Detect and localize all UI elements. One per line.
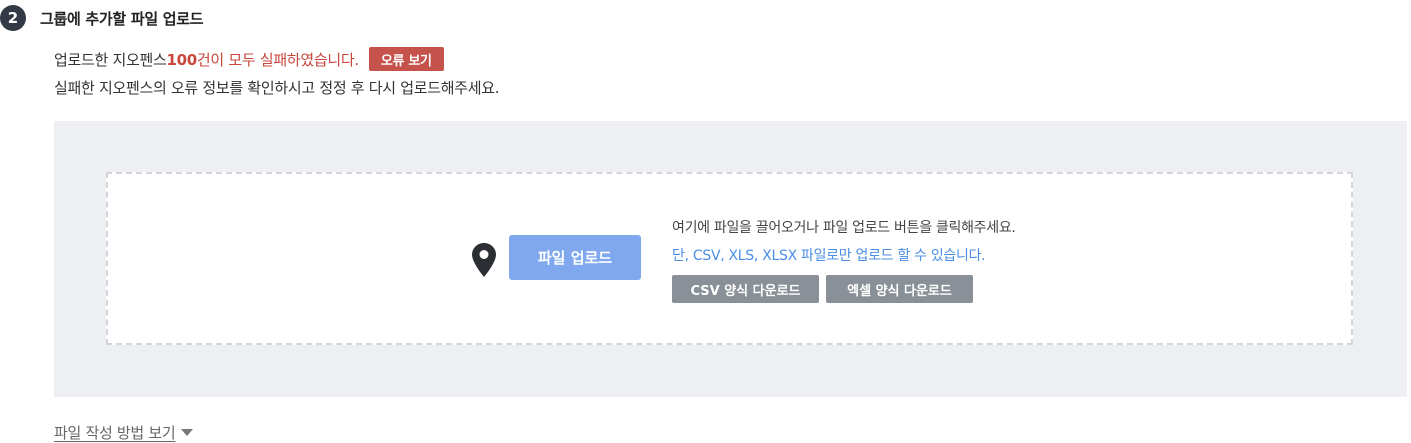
result-prefix-text: 업로드한 지오펜스 [54,50,167,69]
file-guide-label[interactable]: 파일 작성 방법 보기 [54,422,176,443]
step-header: 2 그룹에 추가할 파일 업로드 [0,5,204,31]
file-upload-button[interactable]: 파일 업로드 [509,235,641,280]
csv-template-download-button[interactable]: CSV 양식 다운로드 [672,275,819,303]
drop-guide-text: 여기에 파일을 끌어오거나 파일 업로드 버튼을 클릭해주세요. [672,220,1016,236]
failure-text: 100건이 모두 실패하였습니다. [166,49,359,70]
view-errors-button[interactable]: 오류 보기 [368,47,444,71]
location-pin-icon [472,243,496,277]
file-dropzone[interactable]: 파일 업로드 여기에 파일을 끌어오거나 파일 업로드 버튼을 클릭해주세요. … [106,172,1353,345]
file-guide-toggle[interactable]: 파일 작성 방법 보기 [54,422,194,443]
step-title: 그룹에 추가할 파일 업로드 [40,9,204,28]
upload-area: 파일 업로드 여기에 파일을 끌어오거나 파일 업로드 버튼을 클릭해주세요. … [54,121,1407,397]
excel-template-download-button[interactable]: 엑셀 양식 다운로드 [826,275,973,303]
supported-formats-text: 단, CSV, XLS, XLSX 파일로만 업로드 할 수 있습니다. [672,248,986,264]
upload-result-message: 업로드한 지오펜스 100건이 모두 실패하였습니다. 오류 보기 [54,45,444,73]
fail-count: 100 [166,50,197,69]
correction-instruction: 실패한 지오펜스의 오류 정보를 확인하시고 정정 후 다시 업로드해주세요. [54,78,500,97]
caret-down-icon[interactable] [181,429,194,436]
step-number-badge: 2 [0,5,26,31]
failure-suffix: 건이 모두 실패하였습니다. [196,50,359,69]
